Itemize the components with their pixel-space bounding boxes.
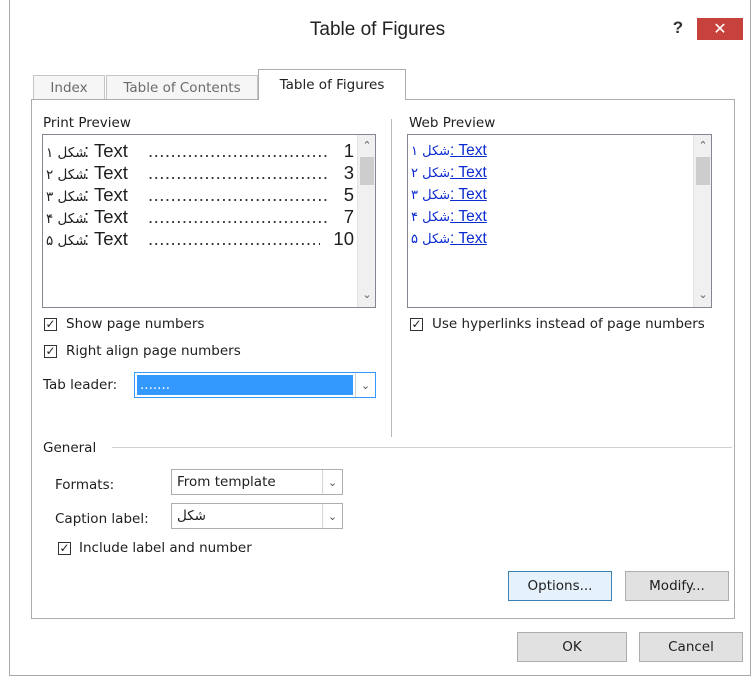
row-text: : Text (84, 228, 128, 249)
row-caption: شکل ۳ (46, 189, 87, 205)
row-text: : Text (84, 162, 128, 183)
scroll-down-icon[interactable]: ⌄ (697, 288, 709, 301)
link-text: : Text (450, 164, 487, 181)
web-preview-link[interactable]: شکل ۱: Text (411, 140, 487, 162)
print-preview-row: شکل ۲: Text ............................… (46, 162, 354, 184)
print-preview-row: شکل ۴: Text ............................… (46, 206, 354, 228)
show-page-numbers-checkbox[interactable]: ✓ (44, 318, 57, 331)
close-icon: ✕ (713, 19, 727, 38)
row-text: : Text (84, 184, 128, 205)
formats-value: From template (177, 474, 276, 490)
formats-label: Formats: (55, 477, 115, 493)
print-preview-label: Print Preview (43, 115, 131, 131)
print-preview-scrollbar[interactable]: ⌃ ⌄ (357, 135, 375, 307)
scroll-down-icon[interactable]: ⌄ (361, 288, 373, 301)
web-preview-link[interactable]: شکل ۲: Text (411, 162, 487, 184)
link-text: : Text (450, 230, 487, 247)
options-button[interactable]: Options... (508, 571, 612, 601)
link-text: : Text (450, 186, 487, 203)
use-hyperlinks-checkbox[interactable]: ✓ (410, 318, 423, 331)
link-caption: شکل ۴ (411, 210, 451, 225)
cancel-button[interactable]: Cancel (639, 632, 743, 662)
print-preview-row: شکل ۱: Text ............................… (46, 140, 354, 162)
link-caption: شکل ۲ (411, 166, 451, 181)
row-page: 3 (343, 162, 354, 183)
row-caption: شکل ۵ (46, 233, 87, 249)
tab-leader-value: ....... (140, 377, 171, 393)
row-caption: شکل ۱ (46, 145, 87, 161)
web-preview-link[interactable]: شکل ۵: Text (411, 228, 487, 250)
tab-leader-select[interactable]: ....... ⌄ (134, 372, 376, 398)
row-leader: ........................................… (148, 140, 328, 161)
web-preview-box: شکل ۱: Text شکل ۲: Text شکل ۳: Text شکل … (407, 134, 712, 308)
row-page: 1 (343, 140, 354, 161)
modify-button[interactable]: Modify... (625, 571, 729, 601)
tab-table-of-contents[interactable]: Table of Contents (106, 75, 258, 99)
right-align-checkbox[interactable]: ✓ (44, 345, 57, 358)
caption-label-value: شکل (177, 508, 206, 524)
web-preview-link[interactable]: شکل ۳: Text (411, 184, 487, 206)
row-page: 10 (333, 228, 354, 249)
print-preview-row: شکل ۳: Text ............................… (46, 184, 354, 206)
link-text: : Text (450, 208, 487, 225)
web-preview-scrollbar[interactable]: ⌃ ⌄ (693, 135, 711, 307)
tab-table-of-figures[interactable]: Table of Figures (258, 69, 406, 100)
general-divider (112, 447, 732, 448)
row-leader: ........................................… (148, 184, 328, 205)
include-label-checkbox[interactable]: ✓ (58, 542, 71, 555)
tab-leader-label: Tab leader: (43, 377, 118, 393)
tab-label: Table of Figures (279, 77, 385, 93)
formats-select[interactable]: From template ⌄ (171, 469, 343, 495)
scroll-thumb[interactable] (696, 157, 710, 185)
row-caption: شکل ۲ (46, 167, 87, 183)
help-button[interactable]: ? (666, 18, 690, 40)
vertical-divider (391, 119, 392, 437)
ok-button[interactable]: OK (517, 632, 627, 662)
web-preview-link[interactable]: شکل ۴: Text (411, 206, 487, 228)
link-caption: شکل ۱ (411, 144, 451, 159)
row-page: 7 (343, 206, 354, 227)
chevron-down-icon[interactable]: ⌄ (322, 470, 342, 494)
close-button[interactable]: ✕ (697, 18, 743, 40)
tab-index[interactable]: Index (33, 75, 105, 99)
link-text: : Text (450, 142, 487, 159)
print-preview-box: شکل ۱: Text ............................… (42, 134, 376, 308)
chevron-down-icon[interactable]: ⌄ (322, 504, 342, 528)
scroll-up-icon[interactable]: ⌃ (361, 139, 373, 152)
row-leader: ........................................… (148, 162, 328, 183)
scroll-up-icon[interactable]: ⌃ (697, 139, 709, 152)
row-page: 5 (343, 184, 354, 205)
print-preview-row: شکل ۵: Text ............................… (46, 228, 354, 250)
caption-label-label: Caption label: (55, 511, 149, 527)
show-page-numbers-label: Show page numbers (66, 316, 205, 332)
general-section-label: General (43, 440, 97, 456)
caption-label-select[interactable]: شکل ⌄ (171, 503, 343, 529)
web-preview-label: Web Preview (409, 115, 496, 131)
chevron-down-icon[interactable]: ⌄ (355, 373, 375, 397)
row-caption: شکل ۴ (46, 211, 87, 227)
row-text: : Text (84, 206, 128, 227)
include-label-text: Include label and number (79, 540, 252, 556)
row-text: : Text (84, 140, 128, 161)
row-leader: ........................................… (148, 206, 328, 227)
link-caption: شکل ۳ (411, 188, 451, 203)
link-caption: شکل ۵ (411, 232, 451, 247)
row-leader: ........................................… (148, 228, 320, 249)
right-align-label: Right align page numbers (66, 343, 241, 359)
scroll-thumb[interactable] (360, 157, 374, 185)
dialog-title: Table of Figures (309, 19, 446, 40)
use-hyperlinks-label: Use hyperlinks instead of page numbers (432, 316, 705, 332)
